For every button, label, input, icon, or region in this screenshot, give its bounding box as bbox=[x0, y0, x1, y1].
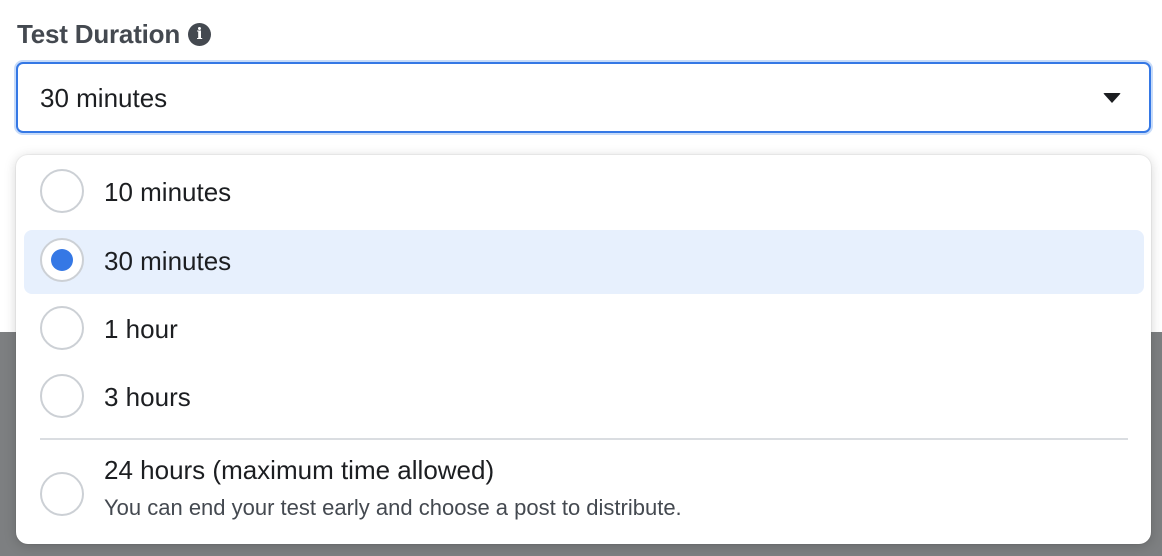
option-24-hours[interactable]: 24 hours (maximum time allowed) You can … bbox=[24, 451, 1144, 541]
option-3-hours[interactable]: 3 hours bbox=[24, 366, 1144, 430]
option-30-minutes[interactable]: 30 minutes bbox=[24, 230, 1144, 294]
option-1-hour[interactable]: 1 hour bbox=[24, 298, 1144, 362]
info-icon[interactable]: i bbox=[188, 22, 212, 46]
option-10-minutes[interactable]: 10 minutes bbox=[24, 161, 1144, 225]
option-label: 30 minutes bbox=[104, 246, 232, 276]
test-duration-label: Test Duration bbox=[17, 18, 181, 49]
radio-button[interactable] bbox=[40, 306, 84, 350]
option-label: 1 hour bbox=[104, 314, 178, 344]
test-duration-select[interactable]: 30 minutes bbox=[16, 62, 1151, 133]
select-current-value: 30 minutes bbox=[40, 83, 168, 113]
duration-dropdown-menu: 10 minutes 30 minutes 1 hour 3 hours 24 … bbox=[16, 155, 1151, 544]
option-description: You can end your test early and choose a… bbox=[104, 495, 682, 520]
option-label: 24 hours (maximum time allowed) bbox=[104, 455, 495, 485]
option-label: 10 minutes bbox=[104, 177, 232, 207]
caret-down-icon bbox=[1103, 93, 1121, 103]
radio-dot-icon bbox=[51, 249, 73, 271]
field-label-row: Test Duration i bbox=[17, 18, 212, 50]
radio-button[interactable] bbox=[40, 374, 84, 418]
radio-button[interactable] bbox=[40, 238, 84, 282]
radio-button[interactable] bbox=[40, 472, 84, 516]
option-label: 3 hours bbox=[104, 382, 191, 412]
menu-divider bbox=[40, 438, 1128, 440]
radio-button[interactable] bbox=[40, 169, 84, 213]
